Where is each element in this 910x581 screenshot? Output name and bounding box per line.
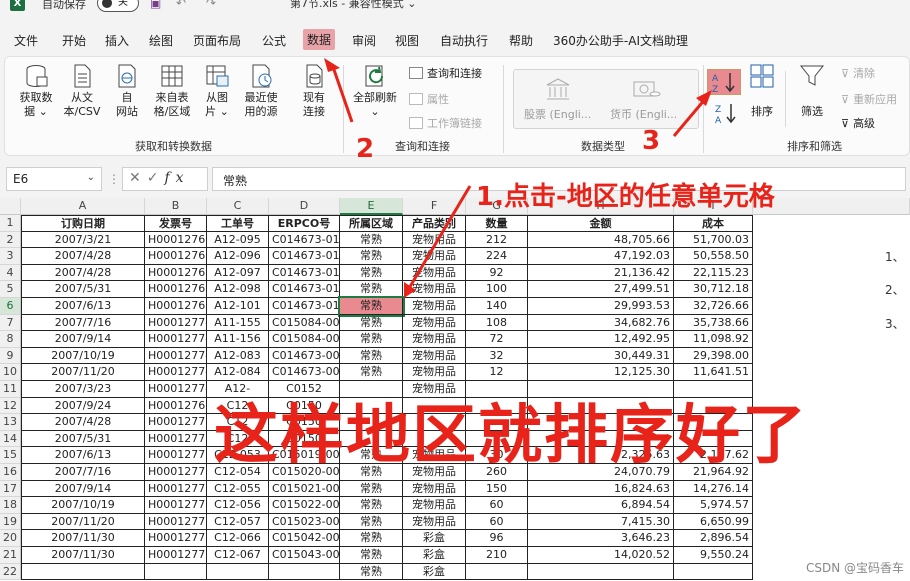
result-banner: 这样地区就排序好了 xyxy=(214,399,808,473)
step3-annotation: 3 xyxy=(642,126,661,156)
excel-window: X 自动保存 关 ▣ ↶ ↷ 第7节.xls - 兼容性模式 ⌄ 文件 开始 插… xyxy=(0,0,910,581)
arrowhead-step2 xyxy=(324,58,340,72)
arrow-step3 xyxy=(672,97,708,137)
annotation-arrows xyxy=(324,58,712,298)
arrowhead-step3 xyxy=(696,90,712,106)
watermark: CSDN @宝码香车 xyxy=(805,561,904,575)
arrow-step1 xyxy=(406,185,472,291)
step2-annotation: 2 xyxy=(356,134,375,164)
step1-annotation: 1.点击-地区的任意单元格 xyxy=(476,182,775,212)
arrow-step2 xyxy=(330,63,354,123)
